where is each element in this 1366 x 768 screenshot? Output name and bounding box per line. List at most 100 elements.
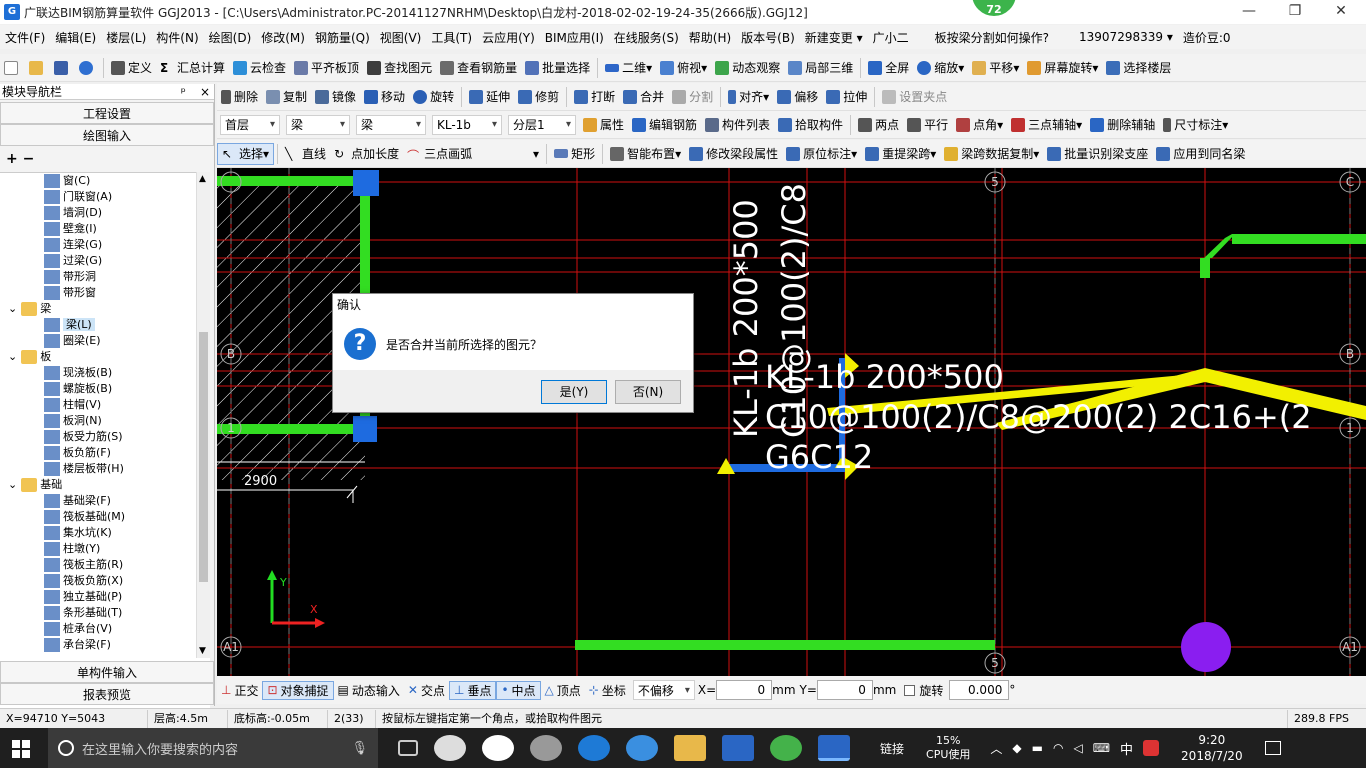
internet-explorer-icon[interactable] bbox=[626, 735, 658, 761]
top-view-dropdown[interactable]: 俯视 ▾ bbox=[656, 57, 711, 79]
taskbar-search-box[interactable]: 在这里输入你要搜索的内容 🎙 bbox=[48, 728, 378, 768]
microphone-icon[interactable]: 🎙 bbox=[351, 741, 368, 756]
rotate-checkbox[interactable] bbox=[904, 684, 916, 696]
line-tool-button[interactable]: ╲ 直线 bbox=[281, 143, 330, 165]
green-app-icon[interactable] bbox=[770, 735, 802, 761]
tree-item[interactable]: 连梁(G) bbox=[0, 237, 210, 253]
point-length-button[interactable]: ↻ 点加长度 bbox=[330, 143, 403, 165]
menu-rebar[interactable]: 钢筋量(Q) bbox=[310, 29, 375, 46]
yes-button[interactable]: 是(Y) bbox=[541, 380, 607, 404]
network-icon[interactable]: ▬ bbox=[1032, 741, 1043, 755]
menu-new-change[interactable]: 新建变更 ▾ bbox=[800, 29, 868, 46]
view-rebar-button[interactable]: 查看钢筋量 bbox=[436, 57, 521, 79]
tree-item[interactable]: 条形基础(T) bbox=[0, 605, 210, 621]
batch-identify-support-button[interactable]: 批量识别梁支座 bbox=[1043, 143, 1152, 165]
menu-bim[interactable]: BIM应用(I) bbox=[540, 29, 609, 46]
fan-app-icon[interactable] bbox=[434, 735, 466, 761]
menu-edit[interactable]: 编辑(E) bbox=[50, 29, 101, 46]
tree-item[interactable]: 桩承台(V) bbox=[0, 621, 210, 637]
properties-button[interactable]: 属性 bbox=[579, 114, 628, 136]
local-3d-button[interactable]: 局部三维 bbox=[784, 57, 857, 79]
modify-beam-prop-button[interactable]: 修改梁段属性 bbox=[685, 143, 782, 165]
rotate-button[interactable]: 旋转 bbox=[409, 86, 458, 108]
tree-item[interactable]: 板负筋(F) bbox=[0, 445, 210, 461]
tray-chevron-icon[interactable]: ︿ bbox=[990, 740, 1002, 757]
undo-button[interactable] bbox=[75, 57, 100, 79]
taskbar-link-label[interactable]: 链接 bbox=[880, 740, 904, 757]
tree-item[interactable]: 承台梁(F) bbox=[0, 637, 210, 653]
no-button[interactable]: 否(N) bbox=[615, 380, 681, 404]
menu-help-question[interactable]: 板按梁分割如何操作? bbox=[930, 29, 1054, 46]
menu-view[interactable]: 视图(V) bbox=[375, 29, 427, 46]
menu-help[interactable]: 帮助(H) bbox=[684, 29, 736, 46]
midpoint-snap[interactable]: • 中点 bbox=[496, 680, 541, 700]
component-list-button[interactable]: 构件列表 bbox=[701, 114, 774, 136]
tree-item[interactable]: 螺旋板(B) bbox=[0, 381, 210, 397]
copy-button[interactable]: 复制 bbox=[262, 86, 311, 108]
tree-item[interactable]: 现浇板(B) bbox=[0, 365, 210, 381]
tree-item[interactable]: 基础梁(F) bbox=[0, 493, 210, 509]
copy-span-data-dropdown[interactable]: 梁跨数据复制 ▾ bbox=[940, 143, 1043, 165]
align-slab-top-button[interactable]: 平齐板顶 bbox=[290, 57, 363, 79]
tree-item[interactable]: 集水坑(K) bbox=[0, 525, 210, 541]
break-button[interactable]: 打断 bbox=[570, 86, 619, 108]
coordinate-snap[interactable]: ⊹ 坐标 bbox=[585, 682, 630, 699]
maximize-button[interactable]: ❐ bbox=[1272, 0, 1318, 24]
stretch-button[interactable]: 拉伸 bbox=[822, 86, 871, 108]
component-select[interactable]: KL-1b bbox=[432, 114, 502, 135]
menu-component[interactable]: 构件(N) bbox=[151, 29, 203, 46]
trim-button[interactable]: 修剪 bbox=[514, 86, 563, 108]
menu-assistant[interactable]: 广小二 bbox=[868, 29, 914, 46]
category-select[interactable]: 梁 bbox=[286, 114, 350, 135]
drawing-input-button[interactable]: 绘图输入 bbox=[0, 124, 214, 146]
point-angle-dropdown[interactable]: 点角 ▾ bbox=[952, 114, 1007, 136]
tree-item[interactable]: 柱墩(Y) bbox=[0, 541, 210, 557]
tree-group[interactable]: ⌄ 基础 bbox=[0, 477, 210, 493]
sogou-ime-icon[interactable] bbox=[1143, 740, 1160, 756]
windows-start-icon[interactable] bbox=[12, 740, 30, 758]
notification-bell-icon[interactable]: ◆ bbox=[1012, 741, 1021, 755]
wifi-icon[interactable]: ◠ bbox=[1053, 741, 1063, 755]
y-offset-input[interactable]: 0 bbox=[816, 680, 873, 700]
tree-toggle-icon[interactable]: ⌄ bbox=[8, 478, 17, 491]
vertex-snap[interactable]: △ 顶点 bbox=[541, 682, 585, 699]
tree-item[interactable]: 墙洞(D) bbox=[0, 205, 210, 221]
pick-component-button[interactable]: 拾取构件 bbox=[774, 114, 847, 136]
three-point-arc-dropdown[interactable]: ⌒ 三点画弧 ▾ bbox=[403, 143, 543, 165]
tree-item[interactable]: 窗(C) bbox=[0, 173, 210, 189]
tree-group[interactable]: ⌄ 板 bbox=[0, 349, 210, 365]
tree-item[interactable]: 梁(L) bbox=[0, 317, 210, 333]
parallel-button[interactable]: 平行 bbox=[903, 114, 952, 136]
file-explorer-icon[interactable] bbox=[674, 735, 706, 761]
tree-item[interactable]: 带形洞 bbox=[0, 269, 210, 285]
edge-icon[interactable] bbox=[578, 735, 610, 761]
tree-toggle-icon[interactable]: ⌄ bbox=[8, 302, 17, 315]
tree-item[interactable]: 圈梁(E) bbox=[0, 333, 210, 349]
minimize-button[interactable]: — bbox=[1226, 0, 1272, 24]
offset-select[interactable]: 不偏移 bbox=[632, 680, 695, 700]
ie-app-icon[interactable] bbox=[482, 735, 514, 761]
action-center-icon[interactable] bbox=[1264, 741, 1281, 755]
pin-icon[interactable]: ᵖ bbox=[181, 85, 186, 99]
task-view-icon[interactable] bbox=[398, 740, 418, 756]
extend-button[interactable]: 延伸 bbox=[465, 86, 514, 108]
save-file-button[interactable] bbox=[50, 57, 75, 79]
tree-group[interactable]: ⌄ 梁 bbox=[0, 301, 210, 317]
define-button[interactable]: 定义 bbox=[107, 57, 156, 79]
tree-scrollbar[interactable]: ▲ ▼ bbox=[196, 172, 210, 658]
intersection-snap[interactable]: ✕ 交点 bbox=[404, 682, 449, 699]
dynamic-input-toggle[interactable]: ▤ 动态输入 bbox=[334, 682, 404, 699]
select-tool-button[interactable]: ↖ 选择 ▾ bbox=[217, 142, 275, 165]
open-file-button[interactable] bbox=[25, 57, 50, 79]
close-icon[interactable]: × bbox=[200, 85, 210, 99]
tree-item[interactable]: 筏板基础(M) bbox=[0, 509, 210, 525]
menu-modify[interactable]: 修改(M) bbox=[256, 29, 310, 46]
fullscreen-button[interactable]: 全屏 bbox=[864, 57, 913, 79]
menu-floor[interactable]: 楼层(L) bbox=[101, 29, 151, 46]
apply-same-name-button[interactable]: 应用到同名梁 bbox=[1152, 143, 1249, 165]
tree-item[interactable]: 壁龛(I) bbox=[0, 221, 210, 237]
batch-select-button[interactable]: 批量选择 bbox=[521, 57, 594, 79]
tree-item[interactable]: 门联窗(A) bbox=[0, 189, 210, 205]
tree-item[interactable]: 板洞(N) bbox=[0, 413, 210, 429]
report-preview-button[interactable]: 报表预览 bbox=[0, 683, 214, 705]
